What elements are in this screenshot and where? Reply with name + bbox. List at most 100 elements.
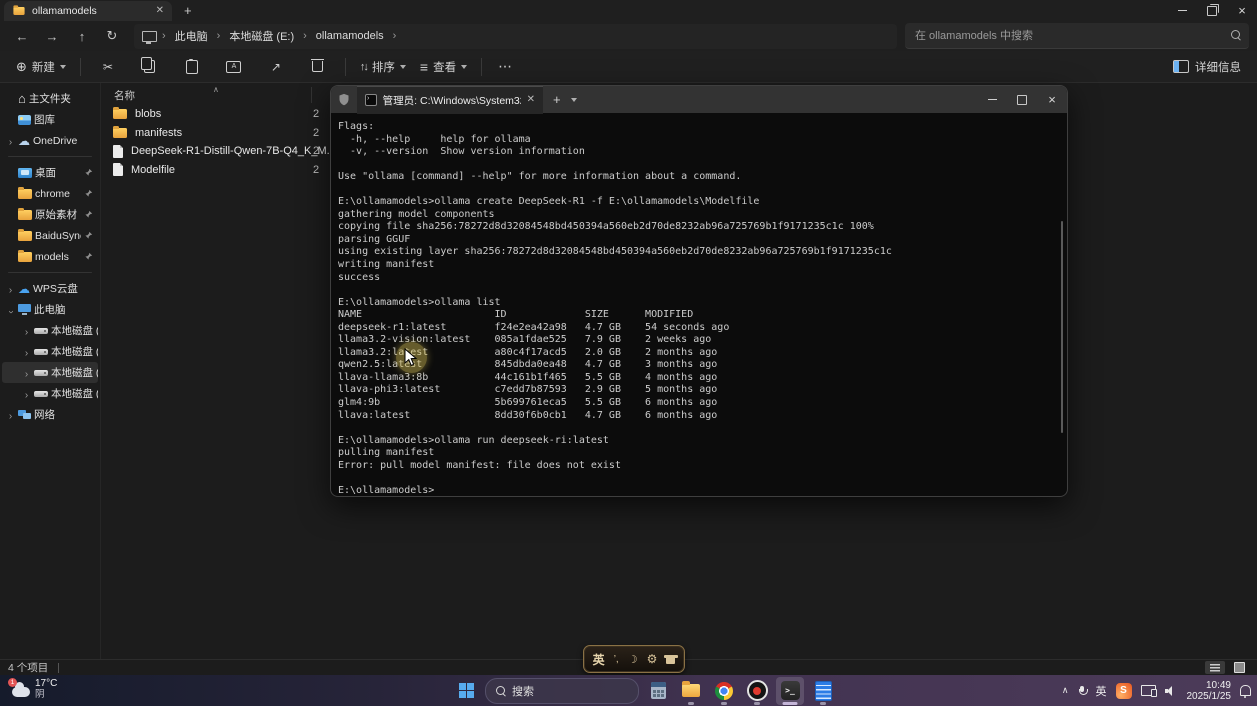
paste-icon[interactable] <box>177 54 207 80</box>
minimize-button[interactable] <box>1167 0 1197 21</box>
sidebar-item[interactable]: models <box>2 246 98 267</box>
rename-icon[interactable] <box>219 54 249 80</box>
explorer-icon[interactable] <box>677 677 705 705</box>
up-button[interactable]: ↑ <box>68 24 96 48</box>
ime-toolbar: 英 <box>583 645 685 673</box>
sidebar-item[interactable] <box>8 156 92 157</box>
terminal-new-tab-button[interactable]: + <box>553 92 561 107</box>
close-button[interactable]: × <box>1227 0 1257 21</box>
sidebar-item[interactable]: 本地磁盘 (E:) <box>2 362 98 383</box>
new-button[interactable]: 新建 <box>10 54 72 80</box>
more-options-button[interactable] <box>490 54 520 80</box>
details-pane-button[interactable]: 详细信息 <box>1167 54 1247 80</box>
explorer-command-bar: 新建 <box>0 51 1257 83</box>
terminal-close-button[interactable]: × <box>1037 86 1067 113</box>
desktop: ollamamodels ✕ + × ← → ↑ ↻ 此电脑 <box>0 0 1257 706</box>
pin-icon <box>84 168 93 177</box>
chevron-icon[interactable] <box>6 406 15 424</box>
chevron-icon[interactable] <box>22 385 31 403</box>
chevron-icon[interactable] <box>22 343 31 361</box>
notepad-icon[interactable] <box>809 677 837 705</box>
sidebar-item[interactable]: 网络 <box>2 404 98 425</box>
forward-button[interactable]: → <box>38 24 66 48</box>
windows-start-icon <box>459 683 474 698</box>
sidebar-item-label: WPS云盘 <box>33 281 78 296</box>
breadcrumb-item[interactable]: 此电脑 <box>171 26 212 46</box>
terminal-scrollbar[interactable] <box>1061 221 1063 433</box>
calculator-icon[interactable] <box>644 677 672 705</box>
sogou-icon[interactable] <box>1116 683 1132 699</box>
taskbar-clock[interactable]: 10:49 2025/1/25 <box>1187 680 1232 702</box>
sort-button[interactable]: 排序 <box>354 54 412 80</box>
terminal-tab-close-icon[interactable]: ✕ <box>527 95 535 105</box>
cut-icon[interactable] <box>93 54 123 80</box>
view-button-label: 查看 <box>433 59 456 75</box>
wps-cloud-icon <box>18 282 30 296</box>
copy-icon[interactable] <box>135 54 165 80</box>
moon-icon[interactable] <box>628 653 638 666</box>
sidebar-item[interactable]: chrome <box>2 183 98 204</box>
breadcrumb: 此电脑 本地磁盘 (E:) ollamamodels <box>134 24 897 49</box>
sidebar-item[interactable]: 原始素材 <box>2 204 98 225</box>
sidebar-item[interactable]: BaiduSyncdisk <box>2 225 98 246</box>
chrome-icon[interactable] <box>710 677 738 705</box>
sidebar-item[interactable]: 主文件夹 <box>2 88 98 109</box>
refresh-button[interactable]: ↻ <box>98 24 126 48</box>
start-button[interactable] <box>452 677 480 705</box>
chevron-icon[interactable] <box>22 322 31 340</box>
chevron-down-icon <box>60 65 66 69</box>
pin-icon <box>84 189 93 198</box>
delete-icon[interactable] <box>303 54 333 80</box>
terminal-title-bar[interactable]: 管理员: C:\Windows\System32 ✕ + × <box>331 86 1067 113</box>
chevron-icon[interactable] <box>6 280 15 298</box>
search-input[interactable] <box>905 23 1249 49</box>
sidebar-item[interactable]: 图库 <box>2 109 98 130</box>
speaker-icon[interactable] <box>1165 686 1178 696</box>
sidebar-item[interactable]: 桌面 <box>2 162 98 183</box>
chevron-icon[interactable] <box>6 132 15 150</box>
item-count: 4 个项目 <box>8 660 48 675</box>
skin-icon[interactable] <box>666 657 675 664</box>
sidebar-item[interactable]: 本地磁盘 (F:) <box>2 383 98 404</box>
toolbar-divider <box>345 58 346 76</box>
gear-icon[interactable] <box>647 652 658 666</box>
share-icon[interactable] <box>261 54 291 80</box>
recorder-icon[interactable] <box>743 677 771 705</box>
sidebar-item[interactable]: WPS云盘 <box>2 278 98 299</box>
terminal-maximize-button[interactable] <box>1007 86 1037 113</box>
notifications-bell-icon[interactable] <box>1240 685 1251 696</box>
sidebar-item[interactable]: 本地磁盘 (C:) <box>2 320 98 341</box>
terminal-minimize-button[interactable] <box>977 86 1007 113</box>
sidebar-item[interactable] <box>8 272 92 273</box>
terminal-icon[interactable] <box>776 677 804 705</box>
sidebar-item[interactable]: OneDrive <box>2 130 98 151</box>
large-icons-view-button[interactable] <box>1229 661 1249 674</box>
terminal-tab-dropdown-icon[interactable] <box>571 98 577 102</box>
back-button[interactable]: ← <box>8 24 36 48</box>
weather-widget[interactable]: 1 17°C 阴 <box>12 678 57 700</box>
terminal-output[interactable]: Flags: -h, --help help for ollama -v, --… <box>331 113 1067 497</box>
terminal-content[interactable]: Flags: -h, --help help for ollama -v, --… <box>331 113 1067 497</box>
cast-icon[interactable] <box>1141 685 1156 696</box>
taskbar-search[interactable]: 搜索 <box>485 678 639 704</box>
new-tab-button[interactable]: + <box>184 3 192 18</box>
breadcrumb-item[interactable]: ollamamodels <box>312 28 388 44</box>
chrome-icon <box>715 682 733 700</box>
breadcrumb-item[interactable]: 本地磁盘 (E:) <box>225 26 298 46</box>
chevron-icon[interactable] <box>6 301 15 319</box>
details-view-button[interactable] <box>1205 661 1225 674</box>
column-divider[interactable] <box>311 87 312 103</box>
sidebar-item-label: 网络 <box>34 407 55 422</box>
terminal-tab[interactable]: 管理员: C:\Windows\System32 ✕ <box>357 86 543 114</box>
view-button[interactable]: 查看 <box>414 54 473 80</box>
sidebar-item[interactable]: 本地磁盘 (D:) <box>2 341 98 362</box>
tab-close-icon[interactable]: ✕ <box>156 6 164 16</box>
mic-icon[interactable] <box>1078 686 1087 696</box>
name-column-header[interactable]: 名称 <box>114 88 135 103</box>
chevron-up-icon[interactable] <box>1062 685 1069 696</box>
sidebar-item[interactable]: 此电脑 <box>2 299 98 320</box>
chevron-icon[interactable] <box>22 364 31 382</box>
punct-icon[interactable] <box>614 654 619 665</box>
restore-button[interactable] <box>1197 0 1227 21</box>
explorer-tab[interactable]: ollamamodels ✕ <box>4 1 172 21</box>
